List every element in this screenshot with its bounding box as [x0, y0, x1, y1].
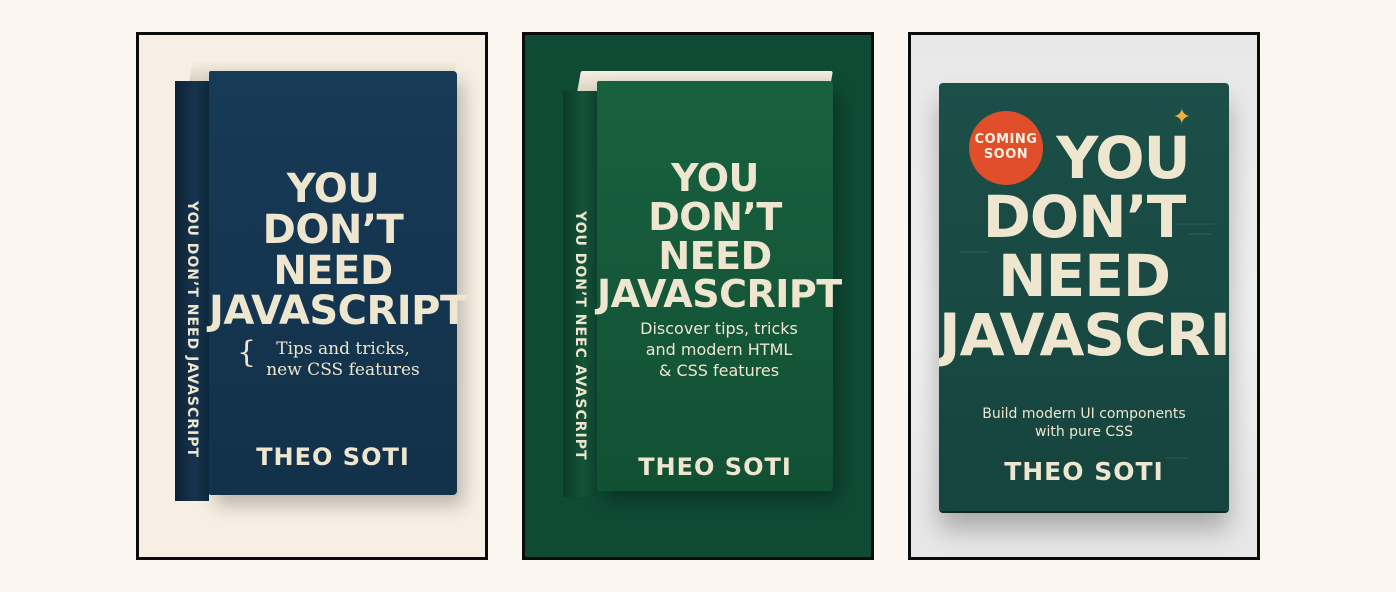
book-spine: YOU DON’T NEEC AVASCRIPT [563, 91, 597, 497]
subtitle-line: with pure CSS [1035, 424, 1133, 441]
subtitle-line: Discover tips, tricks [640, 319, 798, 338]
book-cover-1: YOU DON’T NEED JAVASCRIPT YOU DON’T NEED… [175, 61, 467, 501]
spine-title: YOU DON’T NEEC AVASCRIPT [572, 211, 588, 461]
book-mockup-panel-3: COMING SOON ✦ YOU DON’T NEED JAVASCRIPT … [908, 32, 1260, 560]
subtitle-line: and modern HTML [645, 339, 793, 359]
book-front-cover: YOU DON’T NEED JAVASCRIPT Discover tips,… [597, 81, 842, 491]
book-mockup-panel-1: YOU DON’T NEED JAVASCRIPT YOU DON’T NEED… [136, 32, 488, 560]
book-subtitle: Tips and tricks, new CSS features [239, 339, 447, 382]
spine-title: YOU DON’T NEED JAVASCRIPT [184, 201, 200, 459]
book-title-line: NEED [998, 242, 1171, 311]
book-title: YOU DON’T NEED JAVASCRIPT [939, 124, 1229, 370]
subtitle-line: Tips and tricks, [276, 339, 410, 359]
book-title-line: JAVASCRIPT [209, 288, 467, 335]
book-cover-2: YOU DON’T NEEC AVASCRIPT YOU DON’T NEED … [563, 71, 842, 497]
book-subtitle: Discover tips, tricks and modern HTML & … [617, 319, 821, 381]
book-title-line: YOU [286, 166, 380, 212]
subtitle-line: Build modern UI components [982, 406, 1186, 422]
book-author: THEO SOTI [1004, 457, 1164, 486]
book-spine: YOU DON’T NEED JAVASCRIPT [175, 81, 209, 501]
book-author: THEO SOTI [256, 443, 410, 471]
book-title-line: DON’T NEED [648, 194, 782, 278]
book-title-line: DON’T NEED [262, 206, 404, 294]
subtitle-line: new CSS features [266, 360, 420, 381]
book-title-line: JAVASCRIPT [939, 301, 1229, 370]
book-mockup-panel-2: YOU DON’T NEEC AVASCRIPT YOU DON’T NEED … [522, 32, 874, 560]
book-front-cover: YOU DON’T NEED JAVASCRIPT { Tips and tri… [209, 71, 467, 495]
book-title-line: YOU [671, 156, 759, 200]
book-title-line: JAVASCRIPT [597, 272, 842, 317]
book-author: THEO SOTI [638, 453, 792, 481]
book-title-line: DON’T [982, 183, 1187, 252]
book-cover-3: COMING SOON ✦ YOU DON’T NEED JAVASCRIPT … [939, 83, 1229, 511]
subtitle-line: & CSS features [658, 360, 780, 380]
book-subtitle: Build modern UI components with pure CSS [939, 405, 1229, 441]
book-title: YOU DON’T NEED JAVASCRIPT [209, 166, 467, 335]
book-title-line: YOU [1056, 124, 1190, 192]
book-title: YOU DON’T NEED JAVASCRIPT [597, 156, 842, 317]
